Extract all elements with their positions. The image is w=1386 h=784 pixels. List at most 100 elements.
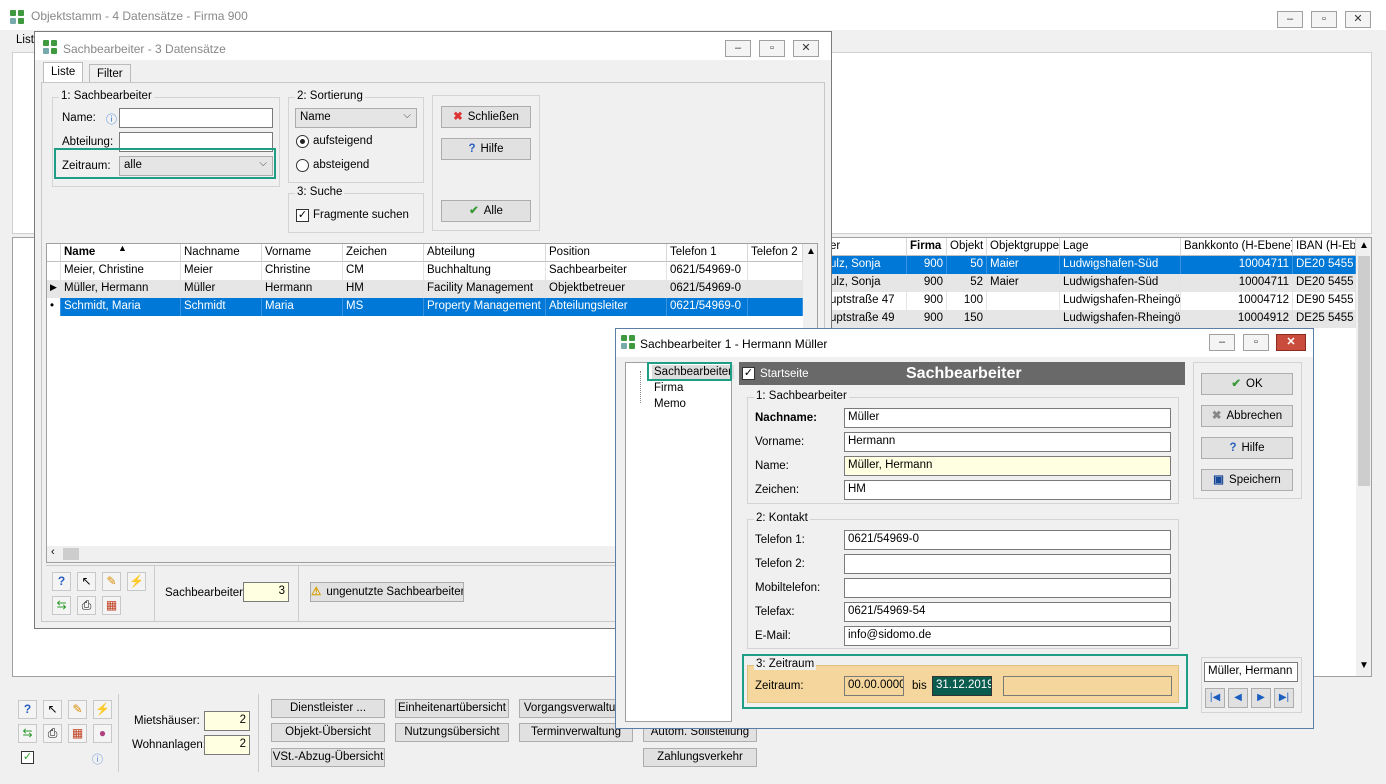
name-input[interactable]: Müller, Hermann bbox=[844, 456, 1171, 476]
speichern-button[interactable]: ▣ Speichern bbox=[1201, 469, 1293, 491]
grid-header[interactable]: Nachname bbox=[181, 244, 262, 262]
title-bar: Sachbearbeiter - 3 Datensätze – ▫ ✕ bbox=[35, 32, 831, 60]
vorname-input[interactable]: Hermann bbox=[844, 432, 1171, 452]
grid-header[interactable]: Zeichen bbox=[343, 244, 424, 262]
help-icon[interactable]: ? bbox=[52, 572, 71, 591]
schliessen-button[interactable]: ✖ Schließen bbox=[441, 106, 531, 128]
export-icon[interactable]: ▦ bbox=[68, 724, 87, 743]
telefon1-label: Telefon 1: bbox=[755, 534, 805, 546]
app-icon bbox=[10, 10, 26, 26]
email-label: E-Mail: bbox=[755, 630, 791, 642]
help-icon[interactable]: ? bbox=[18, 700, 37, 719]
minimize-button[interactable]: – bbox=[1209, 334, 1235, 351]
mietshaeuser-value: 2 bbox=[204, 711, 250, 731]
fragmente-checkbox[interactable]: ✓ bbox=[296, 209, 309, 222]
lightning-icon[interactable]: ⚡ bbox=[127, 572, 146, 591]
grid-header[interactable]: Position bbox=[546, 244, 667, 262]
zeitraum-highlight bbox=[54, 148, 276, 179]
lightning-icon[interactable]: ⚡ bbox=[93, 700, 112, 719]
mietshaeuser-label: Mietshäuser: bbox=[134, 715, 200, 727]
navigation-tree: Sachbearbeiter Firma Memo bbox=[625, 362, 734, 722]
email-field[interactable]: info@sidomo.de bbox=[844, 626, 1171, 646]
last-record-button[interactable]: ▶| bbox=[1274, 688, 1294, 708]
refresh-icon[interactable]: ⇆ bbox=[52, 596, 71, 615]
export-icon[interactable]: ▦ bbox=[102, 596, 121, 615]
hilfe-button[interactable]: ? Hilfe bbox=[1201, 437, 1293, 459]
grid-header[interactable]: Objektgruppe bbox=[987, 238, 1060, 256]
maximize-button[interactable]: ▫ bbox=[1311, 11, 1337, 28]
einheitenart-button[interactable]: Einheitenartübersicht bbox=[395, 699, 509, 718]
app-icon bbox=[621, 335, 637, 351]
grid-header[interactable]: Lage bbox=[1060, 238, 1181, 256]
table-row[interactable]: Meier, Christine Meier Christine CM Buch… bbox=[47, 262, 817, 280]
vst-abzug-button[interactable]: VSt.-Abzug-Übersicht bbox=[271, 748, 385, 767]
first-record-button[interactable]: |◀ bbox=[1205, 688, 1225, 708]
alle-button[interactable]: ✔ Alle bbox=[441, 200, 531, 222]
vertical-scrollbar[interactable]: ▲ ▼ bbox=[1356, 238, 1371, 676]
minimize-button[interactable]: – bbox=[1277, 11, 1303, 28]
grid-header[interactable]: Objekt bbox=[947, 238, 987, 256]
print-icon[interactable]: ⎙ bbox=[77, 596, 96, 615]
pencil-icon[interactable]: ✎ bbox=[68, 700, 87, 719]
record-name: Müller, Hermann bbox=[1204, 662, 1298, 682]
grid-header[interactable]: IBAN (H-Ebe bbox=[1293, 238, 1356, 256]
absteigend-radio[interactable] bbox=[296, 159, 309, 172]
grid-header[interactable]: Abteilung bbox=[424, 244, 546, 262]
grid-header[interactable] bbox=[47, 244, 61, 262]
nutzung-button[interactable]: Nutzungsübersicht bbox=[395, 723, 509, 742]
grid-header[interactable]: Telefon 1 bbox=[667, 244, 748, 262]
mobiltelefon-input[interactable] bbox=[844, 578, 1171, 598]
checkbox[interactable]: ✓ bbox=[21, 751, 34, 764]
objekt-uebersicht-button[interactable]: Objekt-Übersicht bbox=[271, 723, 385, 742]
ungenutzte-button[interactable]: ⚠ ungenutzte Sachbearbeiter bbox=[310, 582, 464, 602]
grid-header[interactable]: Firma bbox=[907, 238, 947, 256]
tab-filter[interactable]: Filter bbox=[89, 64, 131, 84]
pencil-icon[interactable]: ✎ bbox=[102, 572, 121, 591]
tree-highlight bbox=[647, 362, 732, 381]
telefax-input[interactable]: 0621/54969-54 bbox=[844, 602, 1171, 622]
count-value: 3 bbox=[243, 582, 289, 602]
table-row[interactable]: • Schmidt, Maria Schmidt Maria MS Proper… bbox=[47, 298, 817, 316]
startseite-checkbox[interactable]: ✓ bbox=[742, 367, 755, 380]
grid-header[interactable]: Vorname bbox=[262, 244, 343, 262]
aufsteigend-radio[interactable] bbox=[296, 135, 309, 148]
grid-header[interactable]: Bankkonto (H-Ebene) bbox=[1181, 238, 1293, 256]
tab-liste[interactable]: Liste bbox=[43, 62, 84, 84]
title-bar: Objektstamm - 4 Datensätze - Firma 900 –… bbox=[0, 0, 1386, 30]
record-navigator: Müller, Hermann |◀ ◀ ▶ ▶| bbox=[1201, 657, 1302, 713]
maximize-button[interactable]: ▫ bbox=[759, 40, 785, 57]
pointer-icon[interactable]: ↖ bbox=[43, 700, 62, 719]
tree-item-firma[interactable]: Firma bbox=[652, 381, 685, 395]
print-icon[interactable]: ⎙ bbox=[43, 724, 62, 743]
zahlungsverkehr-button[interactable]: Zahlungsverkehr bbox=[643, 748, 757, 767]
telefon2-input[interactable] bbox=[844, 554, 1171, 574]
save-icon: ▣ bbox=[1213, 474, 1225, 486]
sortierung-select[interactable]: Name ⌵ bbox=[295, 108, 417, 128]
telefon1-input[interactable]: 0621/54969-0 bbox=[844, 530, 1171, 550]
minimize-button[interactable]: – bbox=[725, 40, 751, 57]
mobiltelefon-label: Mobiltelefon: bbox=[755, 582, 821, 594]
maximize-button[interactable]: ▫ bbox=[1243, 334, 1269, 351]
name-input[interactable] bbox=[119, 108, 273, 128]
users-icon[interactable]: ● bbox=[93, 724, 112, 743]
prev-record-button[interactable]: ◀ bbox=[1228, 688, 1248, 708]
pointer-icon[interactable]: ↖ bbox=[77, 572, 96, 591]
wohnanlagen-label: Wohnanlagen: bbox=[132, 739, 206, 751]
refresh-icon[interactable]: ⇆ bbox=[18, 724, 37, 743]
dienstleister-button[interactable]: Dienstleister ... bbox=[271, 699, 385, 718]
grid-header[interactable]: Telefon 2 bbox=[748, 244, 803, 262]
nachname-input[interactable]: Müller bbox=[844, 408, 1171, 428]
window-title: Objektstamm - 4 Datensätze - Firma 900 bbox=[31, 9, 248, 23]
next-record-button[interactable]: ▶ bbox=[1251, 688, 1271, 708]
close-button[interactable]: ✕ bbox=[1345, 11, 1371, 28]
table-row[interactable]: ▶ Müller, Hermann Müller Hermann HM Faci… bbox=[47, 280, 817, 298]
zeichen-input[interactable]: HM bbox=[844, 480, 1171, 500]
hilfe-button[interactable]: ? Hilfe bbox=[441, 138, 531, 160]
telefax-label: Telefax: bbox=[755, 606, 795, 618]
ok-button[interactable]: ✔ OK bbox=[1201, 373, 1293, 395]
abbrechen-button[interactable]: ✖ Abbrechen bbox=[1201, 405, 1293, 427]
tree-item-memo[interactable]: Memo bbox=[652, 397, 688, 411]
grid-header[interactable]: er bbox=[827, 238, 907, 256]
close-button[interactable]: ✕ bbox=[1276, 334, 1306, 351]
close-button[interactable]: ✕ bbox=[793, 40, 819, 57]
